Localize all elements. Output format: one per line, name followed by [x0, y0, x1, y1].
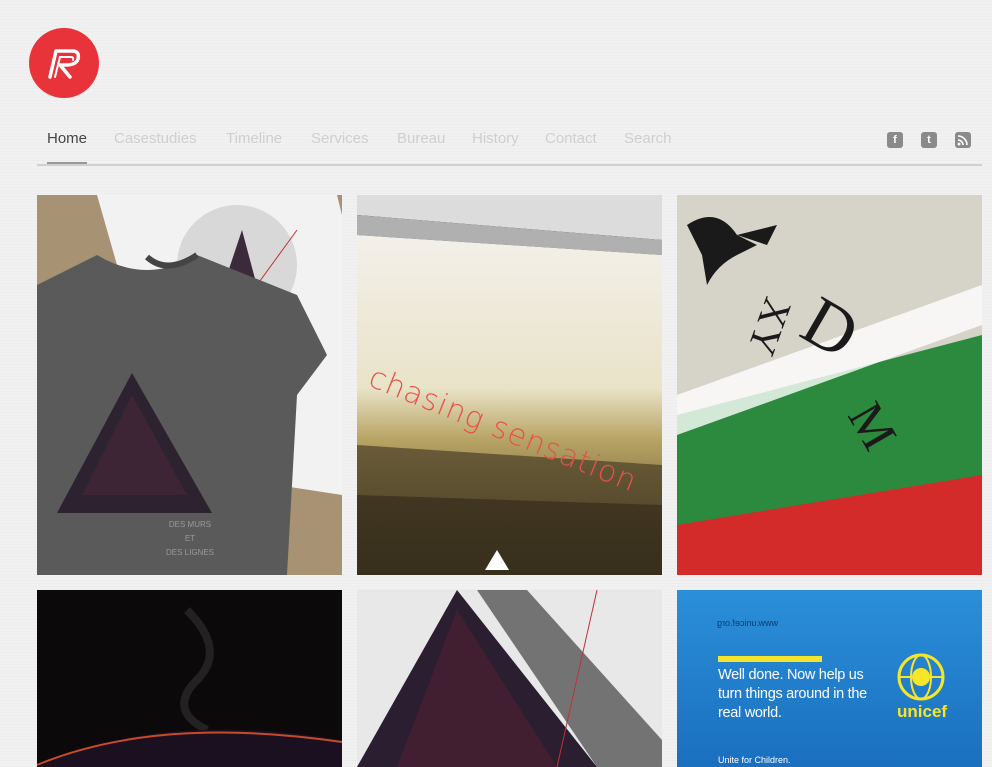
nav-item-search[interactable]: Search [624, 130, 672, 147]
smoke-image [37, 590, 342, 767]
rss-glyph-icon [957, 135, 968, 146]
tshirt-caption-line1: DES MURS [168, 520, 212, 529]
portfolio-tile-triangle[interactable] [357, 590, 662, 767]
portfolio-tile-unicef[interactable]: www.unicef.org Well done. Now help us tu… [677, 590, 982, 767]
nav-item-home[interactable]: Home [47, 130, 88, 164]
triangle-image [357, 590, 662, 767]
portfolio-tile-tshirt[interactable]: DES MURS ET DES LIGNES [37, 195, 342, 575]
nav-item-history[interactable]: History [472, 130, 519, 147]
main-nav: Home Casestudies Timeline Services Burea… [37, 120, 982, 166]
unicef-url: www.unicef.org [717, 618, 779, 628]
rss-icon[interactable] [955, 132, 971, 148]
unicef-message: Well done. Now help us turn things aroun… [718, 667, 867, 721]
nav-item-contact[interactable]: Contact [545, 130, 597, 147]
page: Home Casestudies Timeline Services Burea… [0, 0, 992, 767]
portfolio-tile-smoke[interactable] [37, 590, 342, 767]
portfolio-tile-chasing-sensation[interactable]: chasing sensation [357, 195, 662, 575]
twitter-icon[interactable]: t [921, 132, 937, 148]
logo-r-icon [48, 49, 81, 79]
unicef-globe-icon [897, 653, 945, 701]
unicef-logo-text: unicef [897, 702, 948, 721]
nav-item-services[interactable]: Services [311, 130, 369, 147]
site-logo[interactable] [29, 28, 99, 98]
facebook-icon[interactable]: f [887, 132, 903, 148]
nav-item-casestudies[interactable]: Casestudies [114, 130, 197, 147]
nav-item-timeline[interactable]: Timeline [226, 130, 282, 147]
tshirt-caption-line3: DES LIGNES [165, 548, 214, 557]
unicef-yellow-bar [718, 656, 822, 662]
nav-item-bureau[interactable]: Bureau [397, 130, 445, 147]
unicef-tagline: Unite for Children. [718, 755, 791, 765]
tshirt-caption-line2: ET [184, 534, 196, 543]
portfolio-tile-bird-poster[interactable]: D XY M [677, 195, 982, 575]
bird-poster-image: D XY M [677, 195, 982, 575]
tshirt-caption: DES MURS ET DES LIGNES [155, 518, 225, 560]
